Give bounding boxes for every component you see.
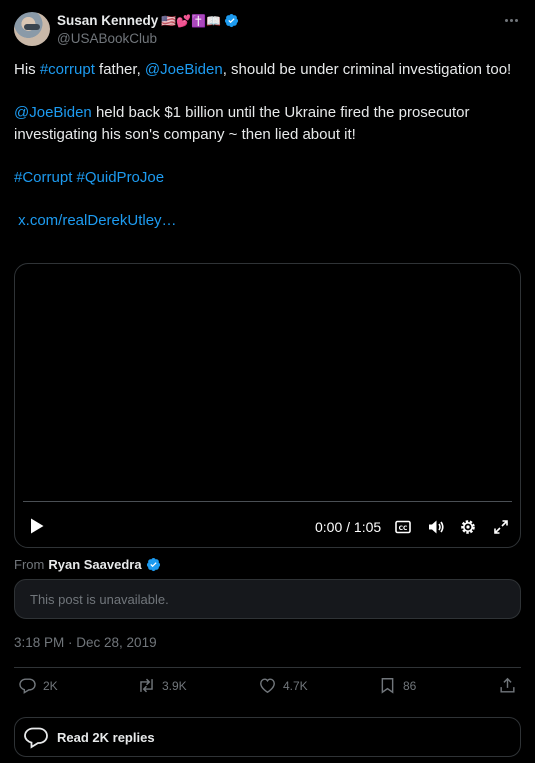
hashtag-corrupt[interactable]: #corrupt	[40, 61, 95, 78]
post-header: Susan Kennedy 🇺🇸💕✝️📖 @USABookClub	[14, 12, 521, 48]
post-paragraph-2: @JoeBiden held back $1 billion until the…	[14, 102, 520, 145]
post-timestamp[interactable]: 3:18 PM · Dec 28, 2019	[14, 635, 157, 650]
avatar[interactable]	[14, 12, 50, 46]
author-display-name[interactable]: Susan Kennedy	[57, 13, 158, 28]
repost-button[interactable]: 3.9K	[137, 676, 187, 695]
play-icon[interactable]	[29, 517, 45, 535]
post-hashtags: #Corrupt #QuidProJoe	[14, 167, 520, 189]
like-count: 4.7K	[283, 678, 308, 693]
bookmark-icon	[381, 678, 394, 694]
bookmark-count: 86	[403, 678, 417, 693]
repost-count: 3.9K	[162, 678, 187, 693]
mention-joebiden[interactable]: @JoeBiden	[145, 61, 223, 78]
reply-count: 2K	[43, 678, 58, 693]
share-button[interactable]	[498, 676, 517, 695]
hashtag-quidprojoe[interactable]: #QuidProJoe	[77, 169, 165, 186]
reply-bubble-icon	[24, 727, 48, 749]
verified-badge-icon	[224, 13, 239, 28]
unavailable-quote-box: This post is unavailable.	[14, 579, 521, 619]
read-replies-button[interactable]: Read 2K replies	[14, 717, 521, 757]
heart-icon	[260, 678, 275, 694]
attribution-prefix: From	[14, 557, 45, 572]
post-text: His #corrupt father, @JoeBiden, should b…	[14, 59, 520, 231]
author-handle[interactable]: @USABookClub	[57, 31, 157, 46]
text-segment: , should be under criminal investigation…	[222, 61, 512, 78]
hashtag-corrupt-2[interactable]: #Corrupt	[14, 169, 72, 186]
text-segment: His	[14, 61, 40, 78]
external-link[interactable]: x.com/realDerekUtley…	[18, 212, 176, 229]
post-link-line: x.com/realDerekUtley…	[14, 210, 520, 232]
like-button[interactable]: 4.7K	[258, 676, 308, 695]
video-attribution: From Ryan Saavedra	[14, 557, 161, 572]
mention-joebiden-2[interactable]: @JoeBiden	[14, 104, 92, 121]
volume-icon[interactable]	[427, 518, 445, 536]
repost-icon	[140, 678, 153, 693]
reply-icon	[19, 678, 36, 694]
reply-button[interactable]: 2K	[18, 676, 58, 695]
video-time: 0:00 / 1:05	[315, 519, 382, 535]
share-icon	[500, 677, 515, 693]
author-name-row: Susan Kennedy 🇺🇸💕✝️📖	[57, 13, 239, 28]
unavailable-text: This post is unavailable.	[30, 591, 169, 607]
bookmark-button[interactable]: 86	[378, 676, 416, 695]
action-bar: 2K 3.9K 4.7K 86	[18, 676, 520, 702]
fullscreen-icon[interactable]	[492, 518, 510, 536]
settings-gear-icon[interactable]	[459, 518, 477, 536]
post-paragraph-1: His #corrupt father, @JoeBiden, should b…	[14, 59, 520, 81]
author-emojis: 🇺🇸💕✝️📖	[161, 13, 222, 28]
read-replies-label: Read 2K replies	[57, 729, 155, 745]
attribution-name[interactable]: Ryan Saavedra	[48, 557, 141, 572]
divider	[14, 667, 521, 668]
video-progress-bar[interactable]	[23, 501, 512, 502]
captions-icon[interactable]: CC	[394, 518, 412, 536]
more-options-icon[interactable]	[501, 12, 521, 28]
video-controls: 0:00 / 1:05 CC	[15, 507, 520, 547]
video-player[interactable]: 0:00 / 1:05 CC	[14, 263, 521, 548]
text-segment: father,	[94, 61, 145, 78]
verified-badge-icon	[146, 557, 160, 572]
svg-text:CC: CC	[399, 525, 408, 532]
